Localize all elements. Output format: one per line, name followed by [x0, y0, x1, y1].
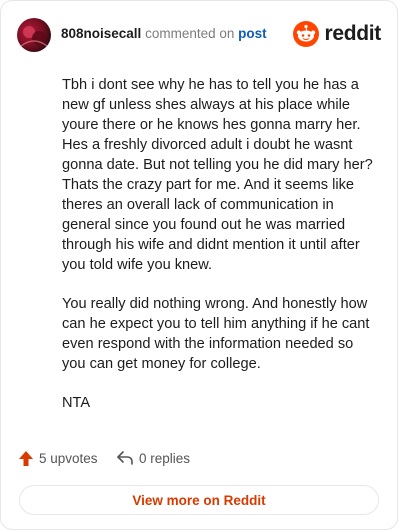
reply-count: 0 replies	[139, 450, 191, 466]
avatar[interactable]	[17, 18, 51, 52]
comment-meta: 808noisecall commented on post	[61, 26, 267, 41]
post-link[interactable]: post	[238, 26, 267, 41]
avatar-icon	[20, 26, 48, 47]
comment-header: 808noisecall commented on post reddit	[17, 15, 381, 55]
comment-footer: 5 upvotes 0 replies	[18, 450, 381, 472]
action-text: commented on	[145, 26, 235, 41]
arrow-up-icon	[19, 451, 33, 466]
reply-arrow-icon	[117, 451, 133, 465]
comment-body: Tbh i dont see why he has to tell you he…	[62, 75, 375, 432]
view-more-button[interactable]: View more on Reddit	[19, 485, 379, 515]
reply-button[interactable]: 0 replies	[116, 450, 190, 466]
brand-name: reddit	[324, 22, 381, 45]
upvote-count: 5 upvotes	[39, 451, 98, 466]
comment-paragraph: Tbh i dont see why he has to tell you he…	[62, 77, 373, 273]
comment-paragraph: NTA	[62, 395, 91, 411]
upvote-button[interactable]: 5 upvotes	[18, 450, 98, 467]
username[interactable]: 808noisecall	[61, 26, 141, 41]
comment-paragraph: You really did nothing wrong. And honest…	[62, 296, 370, 372]
reddit-snoo-icon	[293, 21, 320, 47]
reddit-logo[interactable]: reddit	[293, 21, 381, 47]
comment-card: 808noisecall commented on post reddit Tb…	[0, 0, 398, 530]
